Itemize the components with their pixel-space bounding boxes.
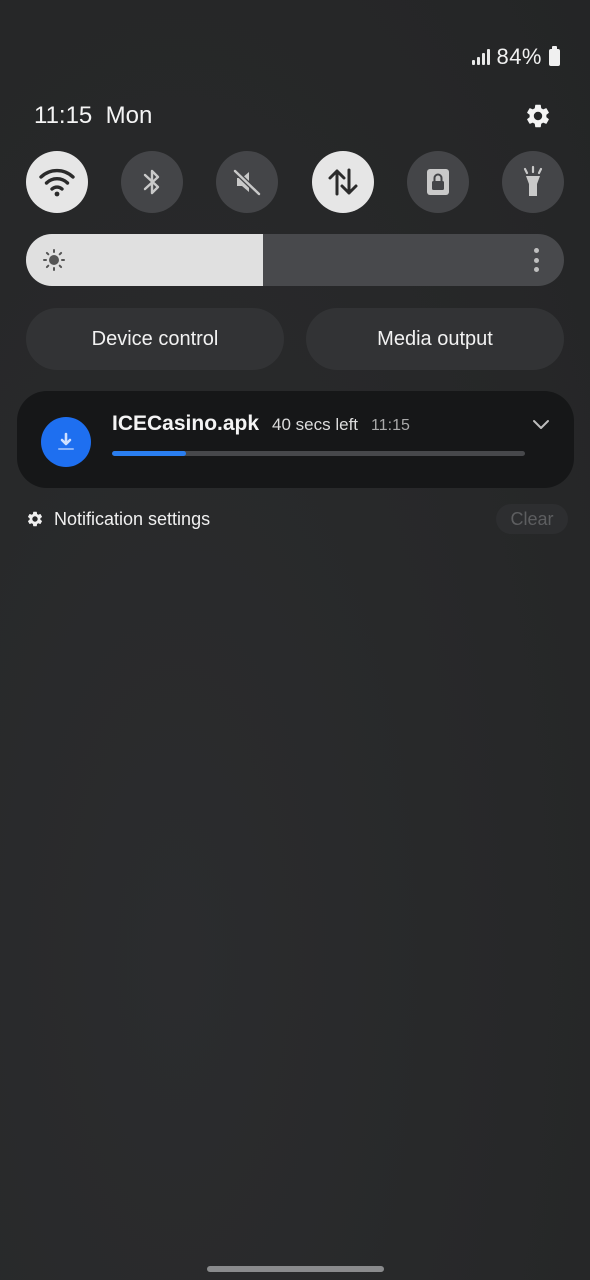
shade-pills: Device control Media output <box>26 308 564 370</box>
screen-lock-toggle[interactable] <box>406 151 469 213</box>
download-icon <box>58 432 74 450</box>
media-output-button[interactable]: Media output <box>306 308 564 370</box>
notification-title-row: ICECasino.apk 40 secs left 11:15 <box>112 412 410 436</box>
bluetooth-toggle[interactable] <box>121 151 184 213</box>
mute-icon <box>233 169 262 196</box>
flashlight-icon <box>523 165 543 196</box>
wifi-icon <box>39 168 75 197</box>
notification-shade: 84% 11:15 Mon Device control Media outpu… <box>0 0 590 1280</box>
download-progress-bar <box>112 451 525 456</box>
lock-icon <box>426 169 449 195</box>
more-options-icon[interactable] <box>532 248 540 272</box>
notification-settings-button[interactable]: Notification settings <box>26 504 210 534</box>
shade-header: 11:15 Mon <box>34 98 554 134</box>
gear-icon <box>527 104 549 128</box>
device-control-button[interactable]: Device control <box>26 308 284 370</box>
quick-toggles <box>26 151 564 213</box>
file-name: ICECasino.apk <box>112 412 260 435</box>
home-indicator[interactable] <box>207 1266 384 1272</box>
chevron-down-icon[interactable] <box>530 413 552 435</box>
signal-icon <box>472 49 491 65</box>
sound-toggle[interactable] <box>216 151 279 213</box>
flashlight-toggle[interactable] <box>501 151 564 213</box>
data-transfer-icon <box>328 168 358 196</box>
download-progress-fill <box>112 451 187 456</box>
download-app-icon <box>41 417 91 467</box>
wifi-toggle[interactable] <box>26 151 88 213</box>
battery-icon <box>549 45 560 66</box>
download-notification[interactable]: ICECasino.apk 40 secs left 11:15 <box>17 391 574 488</box>
gear-icon <box>27 511 43 527</box>
battery-percent: 84% <box>496 44 542 69</box>
notification-time: 11:15 <box>371 417 410 434</box>
time-left: 40 secs left <box>272 415 359 434</box>
brightness-slider[interactable] <box>26 234 564 286</box>
bluetooth-icon <box>143 169 160 195</box>
sun-icon <box>43 249 65 271</box>
mobile-data-toggle[interactable] <box>311 151 374 213</box>
status-bar: 84% <box>472 40 560 74</box>
notification-settings-label: Notification settings <box>54 508 211 529</box>
settings-button[interactable] <box>522 100 554 132</box>
clear-button[interactable]: Clear <box>496 504 568 534</box>
clock: 11:15 Mon <box>34 102 153 129</box>
